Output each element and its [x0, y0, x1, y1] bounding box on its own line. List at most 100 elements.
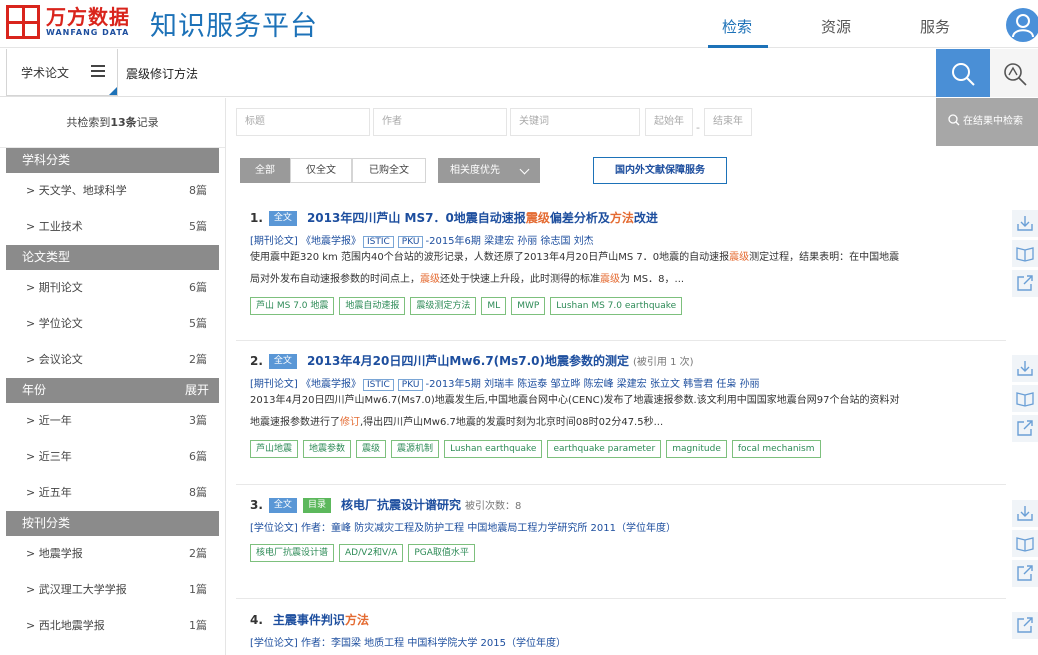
facet-item[interactable]: > 期刊论文 6篇 — [6, 270, 219, 306]
export-button[interactable] — [1012, 415, 1038, 442]
result-actions — [1012, 355, 1038, 445]
facet-item-count: 8篇 — [189, 486, 207, 499]
facet-item-count: 1篇 — [189, 619, 207, 632]
keyword-tag[interactable]: 地震参数 — [303, 440, 352, 458]
facet-item[interactable]: > 学位论文 5篇 — [6, 306, 219, 342]
download-button[interactable] — [1012, 210, 1038, 237]
nav-resources[interactable]: 资源 — [821, 16, 851, 37]
meta-text: -2013年5期 刘瑞丰 陈运泰 邹立晔 陈宏峰 梁建宏 张立文 韩雪君 任枭 … — [425, 379, 760, 390]
facet-item[interactable]: > 西北地震学报 1篇 — [6, 608, 219, 644]
download-button[interactable] — [1012, 355, 1038, 382]
keyword-tag[interactable]: PGA取值水平 — [408, 544, 475, 562]
search-input[interactable]: 震级修订方法 — [126, 65, 198, 82]
read-button[interactable] — [1012, 530, 1038, 557]
result-title-link[interactable]: 2013年四川芦山 MS7．0地震自动速报震级偏差分析及方法改进 — [307, 211, 658, 225]
advanced-search-button[interactable] — [990, 49, 1038, 97]
nav-search[interactable]: 检索 — [722, 16, 752, 37]
author-filter-input[interactable]: 作者 — [373, 108, 507, 136]
result-number: 2. — [250, 354, 263, 368]
keyword-tag[interactable]: 芦山地震 — [250, 440, 299, 458]
facet-item[interactable]: > 近一年 3篇 — [6, 403, 219, 439]
keyword-tag[interactable]: 震级 — [356, 440, 387, 458]
keyword-tag[interactable]: Lushan earthquake — [444, 440, 543, 458]
abstract-text: 还处于快速上升段，此时测得的标准 — [440, 274, 600, 285]
keyword-filter-input[interactable]: 关键词 — [510, 108, 640, 136]
highlight-term: 震级 — [525, 211, 550, 225]
search-icon — [948, 114, 960, 126]
catalog-badge[interactable]: 目录 — [302, 498, 331, 513]
result-abstract-line: 使用震中距320 km 范围内40个台站的波形记录，人数还原了2013年4月20… — [250, 247, 950, 269]
export-button[interactable] — [1012, 560, 1038, 587]
abstract-text: 为 MS．8，... — [620, 274, 685, 285]
search-bar: 学术论文 震级修订方法 — [0, 49, 1038, 97]
export-button[interactable] — [1012, 270, 1038, 297]
keyword-tag[interactable]: Lushan MS 7.0 earthquake — [550, 297, 683, 315]
download-button[interactable] — [1012, 500, 1038, 527]
end-year-input[interactable]: 结束年 — [704, 108, 752, 136]
sort-order-label: 相关度优先 — [450, 165, 500, 176]
keyword-tag[interactable]: focal mechanism — [731, 440, 821, 458]
facet-item[interactable]: > 近三年 6篇 — [6, 439, 219, 475]
result-abstract-line: 局对外发布自动速报参数的时间点上，震级还处于快速上升段，此时测得的标准震级为 M… — [250, 269, 950, 291]
result-title-link[interactable]: 2013年4月20日四川芦山Mw6.7(Ms7.0)地震参数的测定 — [307, 354, 629, 368]
facet-item-count: 6篇 — [189, 281, 207, 294]
facet-item[interactable]: > 近五年 8篇 — [6, 475, 219, 511]
facet-item[interactable]: > 武汉理工大学学报 1篇 — [6, 572, 219, 608]
nav-services[interactable]: 服务 — [920, 16, 950, 37]
title-filter-input[interactable]: 标题 — [236, 108, 370, 136]
literature-guarantee-button[interactable]: 国内外文献保障服务 — [593, 157, 727, 184]
title-text: 2013年四川芦山 MS7．0地震自动速报 — [306, 211, 526, 225]
title-text: 改进 — [633, 211, 658, 225]
facet-groups: 学科分类 > 天文学、地球科学 8篇 > 工业技术 5篇 论文类型 > 期刊论文 6篇 > 学位… — [0, 148, 225, 644]
highlight-term: 方法 — [609, 211, 634, 225]
read-button[interactable] — [1012, 240, 1038, 267]
start-year-input[interactable]: 起始年 — [645, 108, 693, 136]
result-meta: [学位论文] 作者：李国梁 地质工程 中国科学院大学 2015（学位年度） — [250, 634, 996, 649]
abstract-text: 局对外发布自动速报参数的时间点上， — [250, 274, 420, 285]
highlight-term: 修订 — [340, 417, 360, 428]
export-icon — [1017, 275, 1033, 291]
result-count-suffix: 记录 — [136, 116, 159, 129]
facet-item-count: 3篇 — [189, 414, 207, 427]
keyword-tag[interactable]: ML — [481, 297, 507, 315]
keyword-tag[interactable]: magnitude — [666, 440, 727, 458]
keyword-tag[interactable]: AD/V2和V/A — [339, 544, 404, 562]
facet-item[interactable]: > 地震学报 2篇 — [6, 536, 219, 572]
search-within-results-button[interactable]: 在结果中检索 — [936, 98, 1038, 146]
abstract-text: ,得出四川芦山Mw6.7地震的发震时刻为北京时间08时02分47.5秒... — [360, 417, 664, 428]
read-button[interactable] — [1012, 385, 1038, 412]
tab-fulltext-only[interactable]: 仅全文 — [290, 158, 352, 183]
highlight-term: 震级 — [420, 274, 440, 285]
facet-item[interactable]: > 会议论文 2篇 — [6, 342, 219, 378]
facet-item[interactable]: > 工业技术 5篇 — [6, 209, 219, 245]
result-title-link[interactable]: 核电厂抗震设计谱研究 — [341, 498, 461, 512]
title-text: 核电厂抗震设计谱研究 — [340, 498, 461, 512]
keyword-tag[interactable]: 芦山 MS 7.0 地震 — [250, 297, 335, 315]
facet-item-label: > 天文学、地球科学 — [26, 184, 127, 197]
export-button[interactable] — [1012, 612, 1038, 639]
facet-expand-link[interactable]: 展开 — [185, 378, 209, 403]
fulltext-badge[interactable]: 全文 — [268, 354, 297, 369]
user-avatar[interactable] — [1006, 8, 1038, 42]
corner-triangle-icon — [109, 87, 117, 95]
keyword-tag[interactable]: MWP — [511, 297, 546, 315]
wanfang-logo[interactable]: 万方数据 WANFANG DATA — [6, 5, 130, 39]
result-title-link[interactable]: 主震事件判识方法 — [273, 613, 369, 627]
keyword-tag[interactable]: earthquake parameter — [547, 440, 662, 458]
logo-text-en: WANFANG DATA — [46, 28, 130, 37]
keyword-tag[interactable]: 震级测定方法 — [410, 297, 477, 315]
search-button[interactable] — [936, 49, 990, 97]
facet-item[interactable]: > 天文学、地球科学 8篇 — [6, 173, 219, 209]
fulltext-badge[interactable]: 全文 — [268, 211, 297, 226]
tab-all[interactable]: 全部 — [240, 158, 290, 183]
advanced-search-icon — [1004, 63, 1027, 86]
keyword-tag[interactable]: 地震自动速报 — [339, 297, 406, 315]
facet-item-label: > 期刊论文 — [26, 281, 83, 294]
search-scope-select[interactable]: 学术论文 — [6, 49, 118, 96]
sort-order-select[interactable]: 相关度优先 — [438, 158, 540, 183]
meta-text: [学位论文] 作者：李国梁 地质工程 中国科学院大学 2015（学位年度） — [250, 638, 566, 649]
keyword-tag[interactable]: 震源机制 — [391, 440, 440, 458]
fulltext-badge[interactable]: 全文 — [268, 498, 297, 513]
keyword-tag[interactable]: 核电厂抗震设计谱 — [250, 544, 335, 562]
tab-purchased[interactable]: 已购全文 — [352, 158, 426, 183]
